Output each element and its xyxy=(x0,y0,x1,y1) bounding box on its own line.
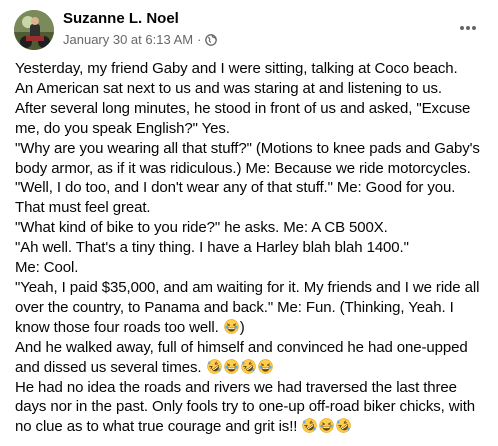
post-line: And he walked away, full of himself and … xyxy=(15,338,468,356)
post-line-text: no clue as to what true courage and grit… xyxy=(15,418,298,436)
post-line: no clue as to what true courage and grit… xyxy=(15,417,490,437)
rolling-on-the-floor-laughing-emoji xyxy=(206,358,222,374)
post-line-text: know those four roads too well. xyxy=(15,318,219,336)
post-line: An American sat next to us and was stari… xyxy=(15,79,442,97)
rolling-on-the-floor-laughing-emoji xyxy=(302,418,318,434)
post-meta: January 30 at 6:13 AM · xyxy=(63,32,218,47)
post-line: days nor in the past. Only fools try to … xyxy=(15,398,476,416)
grinning-squinting-face-emoji xyxy=(224,319,239,334)
post-line: After several long minutes, he stood in … xyxy=(15,99,471,117)
post-line-text: and dissed us several times. xyxy=(15,358,202,376)
avatar-image xyxy=(14,10,54,50)
post-line: Me: Cool. xyxy=(15,259,79,277)
post-line-text: ) xyxy=(239,318,245,336)
post-line: He had no idea the roads and rivers we h… xyxy=(15,378,457,396)
more-options-button[interactable] xyxy=(456,16,480,40)
post-line: "Ah well. That's a tiny thing. I have a … xyxy=(15,239,409,257)
post-line: "What kind of bike to you ride?" he asks… xyxy=(15,219,388,237)
more-options-icon xyxy=(460,26,476,30)
grinning-squinting-face-emoji xyxy=(257,358,273,374)
post-line: over the country, to Panama and back." M… xyxy=(15,298,454,316)
post-line: Yesterday, my friend Gaby and I were sit… xyxy=(15,60,458,77)
rolling-on-the-floor-laughing-emoji xyxy=(240,358,256,374)
grinning-squinting-face-emoji xyxy=(319,418,335,434)
rolling-on-the-floor-laughing-emoji xyxy=(336,418,352,434)
avatar[interactable] xyxy=(14,10,54,50)
post-line: know those four roads too well. ) xyxy=(15,318,490,338)
globe-icon[interactable] xyxy=(205,33,218,46)
post-line: body armor, as if it was ridiculous.) Me… xyxy=(15,159,471,177)
post-line: "Well, I do too, and I don't wear any of… xyxy=(15,179,456,197)
post-line: "Yeah, I paid $35,000, and am waiting fo… xyxy=(15,278,480,296)
post-line: "Why are you wearing all that stuff?" (M… xyxy=(15,139,480,157)
post-body: Yesterday, my friend Gaby and I were sit… xyxy=(15,59,490,437)
post-line: That must feel great. xyxy=(15,199,151,217)
post-line: and dissed us several times. xyxy=(15,358,490,378)
author-name[interactable]: Suzanne L. Noel xyxy=(63,10,179,27)
post-line: me, do you speak English?" Yes. xyxy=(15,119,230,137)
grinning-squinting-face-emoji xyxy=(223,358,239,374)
post-header: Suzanne L. Noel January 30 at 6:13 AM · xyxy=(0,0,498,56)
meta-separator: · xyxy=(197,32,202,47)
post-timestamp[interactable]: January 30 at 6:13 AM xyxy=(63,32,193,47)
